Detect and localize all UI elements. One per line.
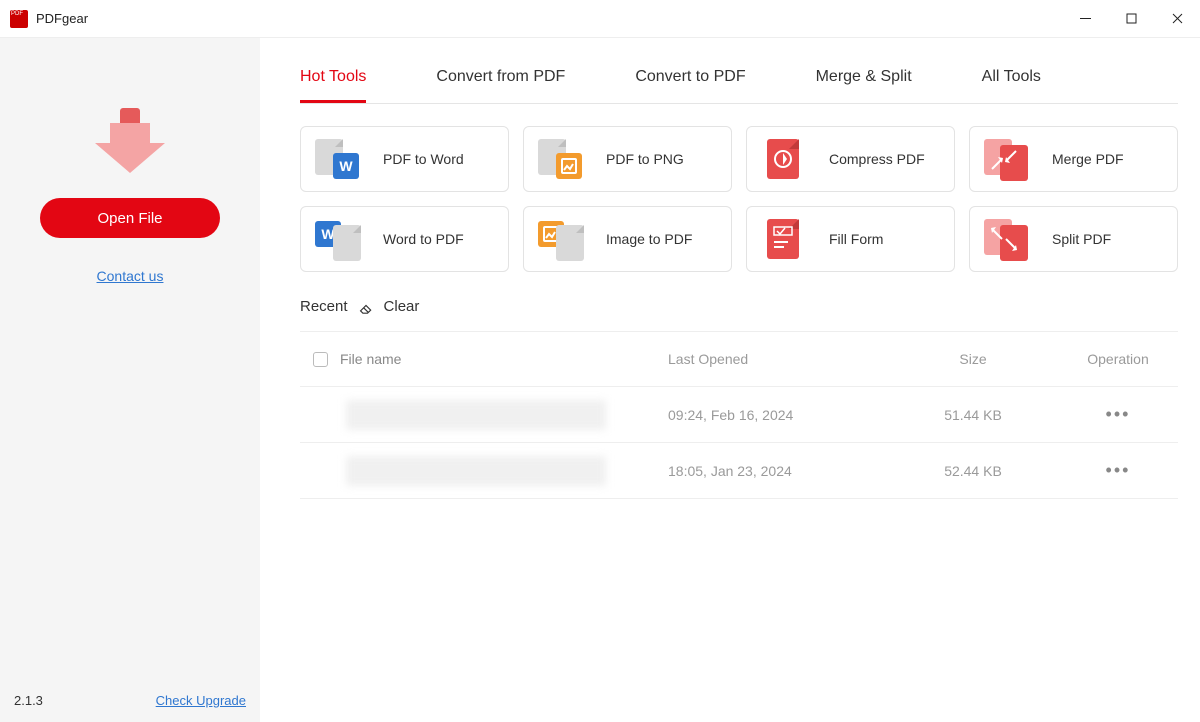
minimize-button[interactable]: [1062, 0, 1108, 38]
recent-table: File name Last Opened Size Operation 09:…: [300, 331, 1178, 499]
pdf-to-png-icon: [536, 139, 586, 179]
clear-recent-button[interactable]: Clear: [384, 298, 420, 315]
recent-header: Recent Clear: [300, 298, 1178, 315]
cell-last-opened: 09:24, Feb 16, 2024: [668, 407, 888, 423]
tool-merge-pdf[interactable]: Merge PDF: [969, 126, 1178, 192]
tab-hot-tools[interactable]: Hot Tools: [300, 68, 366, 103]
merge-pdf-icon: [982, 139, 1032, 179]
col-file-name: File name: [340, 351, 668, 367]
tab-convert-from-pdf[interactable]: Convert from PDF: [436, 68, 565, 103]
cell-size: 51.44 KB: [888, 407, 1058, 423]
tool-grid: W PDF to Word PDF to PNG: [300, 126, 1178, 272]
tool-pdf-to-png[interactable]: PDF to PNG: [523, 126, 732, 192]
table-row[interactable]: 09:24, Feb 16, 2024 51.44 KB •••: [300, 387, 1178, 443]
file-name-redacted: [346, 400, 606, 430]
close-button[interactable]: [1154, 0, 1200, 38]
split-pdf-icon: [982, 219, 1032, 259]
window-controls: [1062, 0, 1200, 38]
tool-label: PDF to Word: [383, 151, 464, 167]
file-name-redacted: [346, 456, 606, 486]
pdf-to-word-icon: W: [313, 139, 363, 179]
row-operation-button[interactable]: •••: [1058, 460, 1178, 481]
cell-size: 52.44 KB: [888, 463, 1058, 479]
tool-label: Compress PDF: [829, 151, 925, 167]
check-upgrade-link[interactable]: Check Upgrade: [156, 693, 246, 708]
app-logo-icon: [10, 10, 28, 28]
tool-pdf-to-word[interactable]: W PDF to Word: [300, 126, 509, 192]
eraser-icon: [358, 300, 374, 314]
tab-convert-to-pdf[interactable]: Convert to PDF: [635, 68, 745, 103]
app-title: PDFgear: [36, 11, 88, 26]
image-to-pdf-icon: [536, 219, 586, 259]
tool-label: Word to PDF: [383, 231, 464, 247]
sidebar: Open File Contact us 2.1.3 Check Upgrade: [0, 38, 260, 722]
tool-label: Image to PDF: [606, 231, 692, 247]
compress-pdf-icon: [759, 139, 809, 179]
contact-us-link[interactable]: Contact us: [97, 268, 164, 284]
tool-label: Split PDF: [1052, 231, 1111, 247]
word-to-pdf-icon: W: [313, 219, 363, 259]
open-file-button[interactable]: Open File: [40, 198, 220, 238]
col-size: Size: [888, 351, 1058, 367]
tool-label: Merge PDF: [1052, 151, 1124, 167]
table-header: File name Last Opened Size Operation: [300, 331, 1178, 387]
drop-file-icon: [95, 98, 165, 168]
main-panel: Hot Tools Convert from PDF Convert to PD…: [260, 38, 1200, 722]
tab-all-tools[interactable]: All Tools: [982, 68, 1041, 103]
version-label: 2.1.3: [14, 693, 43, 708]
tool-label: Fill Form: [829, 231, 883, 247]
tool-image-to-pdf[interactable]: Image to PDF: [523, 206, 732, 272]
maximize-button[interactable]: [1108, 0, 1154, 38]
tool-compress-pdf[interactable]: Compress PDF: [746, 126, 955, 192]
tool-fill-form[interactable]: Fill Form: [746, 206, 955, 272]
row-operation-button[interactable]: •••: [1058, 404, 1178, 425]
col-operation: Operation: [1058, 351, 1178, 367]
recent-label: Recent: [300, 298, 348, 315]
tab-merge-split[interactable]: Merge & Split: [816, 68, 912, 103]
titlebar: PDFgear: [0, 0, 1200, 38]
fill-form-icon: [759, 219, 809, 259]
tool-word-to-pdf[interactable]: W Word to PDF: [300, 206, 509, 272]
select-all-checkbox[interactable]: [313, 352, 328, 367]
col-last-opened: Last Opened: [668, 351, 888, 367]
tool-tabs: Hot Tools Convert from PDF Convert to PD…: [300, 68, 1178, 104]
tool-label: PDF to PNG: [606, 151, 684, 167]
cell-last-opened: 18:05, Jan 23, 2024: [668, 463, 888, 479]
tool-split-pdf[interactable]: Split PDF: [969, 206, 1178, 272]
table-row[interactable]: 18:05, Jan 23, 2024 52.44 KB •••: [300, 443, 1178, 499]
